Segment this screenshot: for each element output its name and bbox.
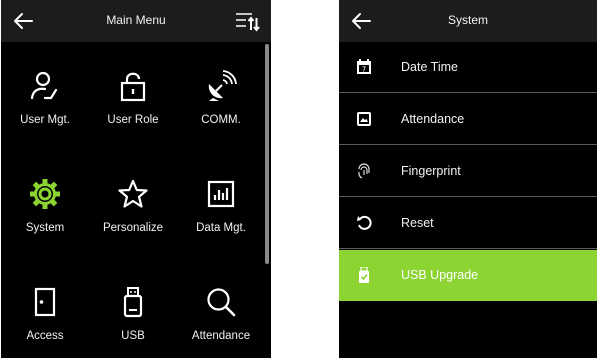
scrollbar[interactable] [265,44,269,264]
menu-item-label: Data Mgt. [196,222,246,234]
system-header: System [339,0,597,42]
list-item-date-time[interactable]: 7 Date Time [339,42,597,93]
list-item-label: Date Time [401,60,458,74]
divider [339,144,597,145]
list-item-label: USB Upgrade [401,268,479,282]
menu-item-label: Access [26,330,64,342]
divider [339,248,597,249]
lock-icon [115,68,151,104]
menu-item-attendance[interactable]: Attendance [177,258,265,358]
menu-item-system[interactable]: System [1,150,89,250]
sort-menu-icon[interactable] [235,10,261,32]
system-screen: System 7 Date Time Attendance Fingerprin… [339,0,597,358]
menu-item-personalize[interactable]: Personalize [89,150,177,250]
user-icon [27,68,63,104]
main-menu-header: Main Menu [1,0,271,42]
svg-text:7: 7 [362,66,366,74]
menu-item-user-role[interactable]: User Role [89,42,177,142]
reset-icon [356,215,372,231]
main-menu-screen: Main Menu User Mgt. User Role COMM. Syst… [1,0,271,358]
gear-icon [27,176,63,212]
menu-item-user-mgt[interactable]: User Mgt. [1,42,89,142]
list-item-fingerprint[interactable]: Fingerprint [339,146,597,197]
menu-item-usb[interactable]: USB [89,258,177,358]
list-item-reset[interactable]: Reset [339,198,597,249]
list-item-attendance[interactable]: Attendance [339,94,597,145]
menu-item-comm[interactable]: COMM. [177,42,265,142]
list-item-label: Attendance [401,112,465,126]
list-item-label: Fingerprint [401,164,461,178]
menu-item-label: USB [121,330,145,342]
usb-drive-icon [356,267,372,283]
page-title: System [447,13,488,27]
calendar-icon: 7 [356,59,372,75]
menu-item-label: COMM. [201,114,241,126]
menu-item-label: User Role [107,114,159,126]
picture-icon [356,111,372,127]
menu-item-label: Personalize [102,222,164,234]
fingerprint-icon [356,163,372,179]
divider [339,196,597,197]
menu-item-data-mgt[interactable]: Data Mgt. [177,150,265,250]
menu-item-access[interactable]: Access [1,258,89,358]
page-title: Main Menu [106,13,166,27]
divider [339,92,597,93]
star-icon [115,176,151,212]
menu-item-label: Attendance [191,330,251,342]
usb-icon [115,284,151,320]
list-item-usb-upgrade[interactable]: USB Upgrade [339,250,597,301]
magnifier-icon [203,284,239,320]
menu-item-label: User Mgt. [20,114,70,126]
door-icon [27,284,63,320]
list-item-label: Reset [401,216,434,230]
satellite-dish-icon [203,68,239,104]
bar-chart-icon [203,176,239,212]
main-menu-grid: User Mgt. User Role COMM. System Persona… [1,42,265,358]
menu-item-label: System [25,222,65,234]
